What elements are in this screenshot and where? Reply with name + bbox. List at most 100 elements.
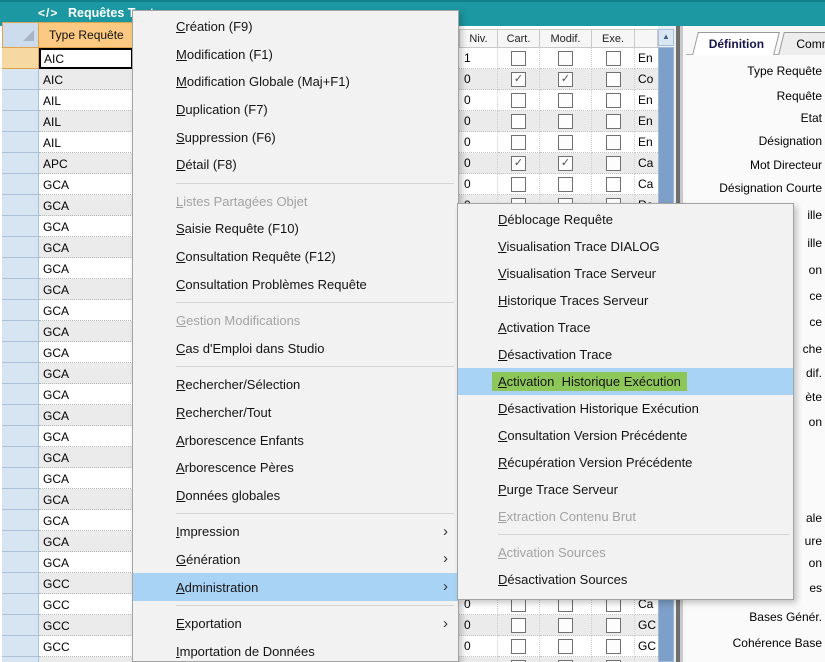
cell-type-requete[interactable]: GCA <box>39 237 133 258</box>
table-row[interactable]: GCA <box>2 216 133 237</box>
cell-type-requete[interactable]: GCA <box>39 195 133 216</box>
menu-item-importation-de-donn-es[interactable]: Importation de Données <box>133 637 458 662</box>
checkbox-cart[interactable] <box>511 51 526 66</box>
table-row[interactable]: GCC <box>2 573 133 594</box>
table-row[interactable]: GCA <box>2 405 133 426</box>
grid-row[interactable]: 0Nu <box>459 657 658 662</box>
row-selector[interactable] <box>2 48 39 69</box>
row-selector[interactable] <box>2 510 39 531</box>
menu-item-donn-es-globales[interactable]: Données globales <box>133 482 458 510</box>
table-row[interactable]: GCA <box>2 258 133 279</box>
table-row[interactable]: GCA <box>2 468 133 489</box>
grid-row[interactable]: 0 En <box>459 132 658 153</box>
table-row[interactable]: AIL <box>2 90 133 111</box>
cell-type-requete[interactable]: GCC <box>39 615 133 636</box>
menu-item-d-sactivation-sources[interactable]: Désactivation Sources <box>458 566 793 593</box>
column-header-exe[interactable]: Exe. <box>592 29 635 48</box>
column-header-type-requete[interactable]: Type Requête <box>39 22 133 48</box>
checkbox-modif[interactable] <box>558 93 573 108</box>
menu-item-d-sactivation-historique-ex-cution[interactable]: Désactivation Historique Exécution <box>458 395 793 422</box>
menu-item-gestion-modifications[interactable]: Gestion Modifications <box>133 307 458 335</box>
menu-item-extraction-contenu-brut[interactable]: Extraction Contenu Brut <box>458 503 793 530</box>
table-row[interactable]: GCA <box>2 447 133 468</box>
cell-niv[interactable]: 0 <box>459 69 498 90</box>
cell-type-requete[interactable]: GCC <box>39 636 133 657</box>
table-row[interactable]: AIL <box>2 132 133 153</box>
cell-niv[interactable]: 0 <box>459 657 498 662</box>
checkbox-cart[interactable] <box>511 93 526 108</box>
checkbox-cart[interactable] <box>511 177 526 192</box>
checkbox-modif[interactable] <box>558 135 573 150</box>
row-selector[interactable] <box>2 552 39 573</box>
grid-row[interactable]: 0 En <box>459 111 658 132</box>
cell-niv[interactable]: 1 <box>459 48 498 69</box>
cell-type-requete[interactable]: AIL <box>39 90 133 111</box>
cell-status[interactable]: En <box>635 111 658 132</box>
row-selector[interactable] <box>2 363 39 384</box>
menu-item-activation-sources[interactable]: Activation Sources <box>458 539 793 566</box>
menu-item-listes-partag-es-objet[interactable]: Listes Partagées Objet <box>133 188 458 216</box>
row-selector[interactable] <box>2 405 39 426</box>
table-row[interactable]: AIC <box>2 48 133 69</box>
grid-row[interactable]: 0En <box>459 90 658 111</box>
cell-status[interactable]: En <box>635 132 658 153</box>
row-selector[interactable] <box>2 111 39 132</box>
cell-type-requete[interactable]: GCA <box>39 216 133 237</box>
row-selector[interactable] <box>2 279 39 300</box>
table-row[interactable]: GCA <box>2 384 133 405</box>
table-row[interactable]: GCA <box>2 342 133 363</box>
table-row[interactable]: GCC <box>2 657 133 662</box>
checkbox-modif[interactable] <box>558 114 573 129</box>
checkbox-exe[interactable] <box>606 93 621 108</box>
cell-niv[interactable]: 0 <box>459 111 498 132</box>
table-row[interactable]: AIL <box>2 111 133 132</box>
menu-item-cr-ation-f9[interactable]: Création (F9) <box>133 13 458 41</box>
menu-item-d-blocage-requ-te[interactable]: Déblocage Requête <box>458 206 793 233</box>
checkbox-cart[interactable]: ✓ <box>511 72 526 87</box>
checkbox-modif[interactable] <box>558 639 573 654</box>
checkbox-exe[interactable] <box>606 135 621 150</box>
cell-type-requete[interactable]: GCA <box>39 384 133 405</box>
checkbox-cart[interactable] <box>511 135 526 150</box>
row-selector[interactable] <box>2 489 39 510</box>
checkbox-cart[interactable] <box>511 639 526 654</box>
row-selector[interactable] <box>2 342 39 363</box>
table-row[interactable]: GCA <box>2 321 133 342</box>
checkbox-modif[interactable] <box>558 618 573 633</box>
checkbox-modif[interactable]: ✓ <box>558 156 573 171</box>
checkbox-exe[interactable] <box>606 114 621 129</box>
column-header-modif[interactable]: Modif. <box>540 29 592 48</box>
menu-item-arborescence-enfants[interactable]: Arborescence Enfants <box>133 426 458 454</box>
table-row[interactable]: GCA <box>2 237 133 258</box>
cell-niv[interactable]: 0 <box>459 615 498 636</box>
cell-niv[interactable]: 0 <box>459 153 498 174</box>
cell-type-requete[interactable]: GCA <box>39 363 133 384</box>
cell-status[interactable]: En <box>635 48 658 69</box>
checkbox-exe[interactable] <box>606 72 621 87</box>
row-selector[interactable] <box>2 237 39 258</box>
table-row[interactable]: GCC <box>2 636 133 657</box>
column-header-cart[interactable]: Cart. <box>498 29 540 48</box>
cell-status[interactable]: En <box>635 90 658 111</box>
tab-commentaire[interactable]: Comme <box>778 32 825 55</box>
menu-item-consultation-version-pr-c-dente[interactable]: Consultation Version Précédente <box>458 422 793 449</box>
cell-type-requete[interactable]: AIC <box>39 48 133 69</box>
row-selector[interactable] <box>2 90 39 111</box>
menu-item-d-sactivation-trace[interactable]: Désactivation Trace <box>458 341 793 368</box>
checkbox-cart[interactable] <box>511 618 526 633</box>
cell-type-requete[interactable]: GCA <box>39 531 133 552</box>
cell-niv[interactable]: 0 <box>459 132 498 153</box>
cell-type-requete[interactable]: GCC <box>39 657 133 662</box>
menu-item-historique-traces-serveur[interactable]: Historique Traces Serveur <box>458 287 793 314</box>
table-row[interactable]: GCA <box>2 363 133 384</box>
checkbox-exe[interactable] <box>606 639 621 654</box>
cell-status[interactable]: GC <box>635 636 658 657</box>
checkbox-modif[interactable] <box>558 51 573 66</box>
grid-row[interactable]: 1 En <box>459 48 658 69</box>
menu-item-modification-f1[interactable]: Modification (F1) <box>133 41 458 69</box>
menu-item-duplication-f7[interactable]: Duplication (F7) <box>133 96 458 124</box>
cell-niv[interactable]: 0 <box>459 636 498 657</box>
menu-item-modification-globale-maj-f1[interactable]: Modification Globale (Maj+F1) <box>133 68 458 96</box>
table-row[interactable]: GCC <box>2 615 133 636</box>
menu-item-activation-trace[interactable]: Activation Trace <box>458 314 793 341</box>
